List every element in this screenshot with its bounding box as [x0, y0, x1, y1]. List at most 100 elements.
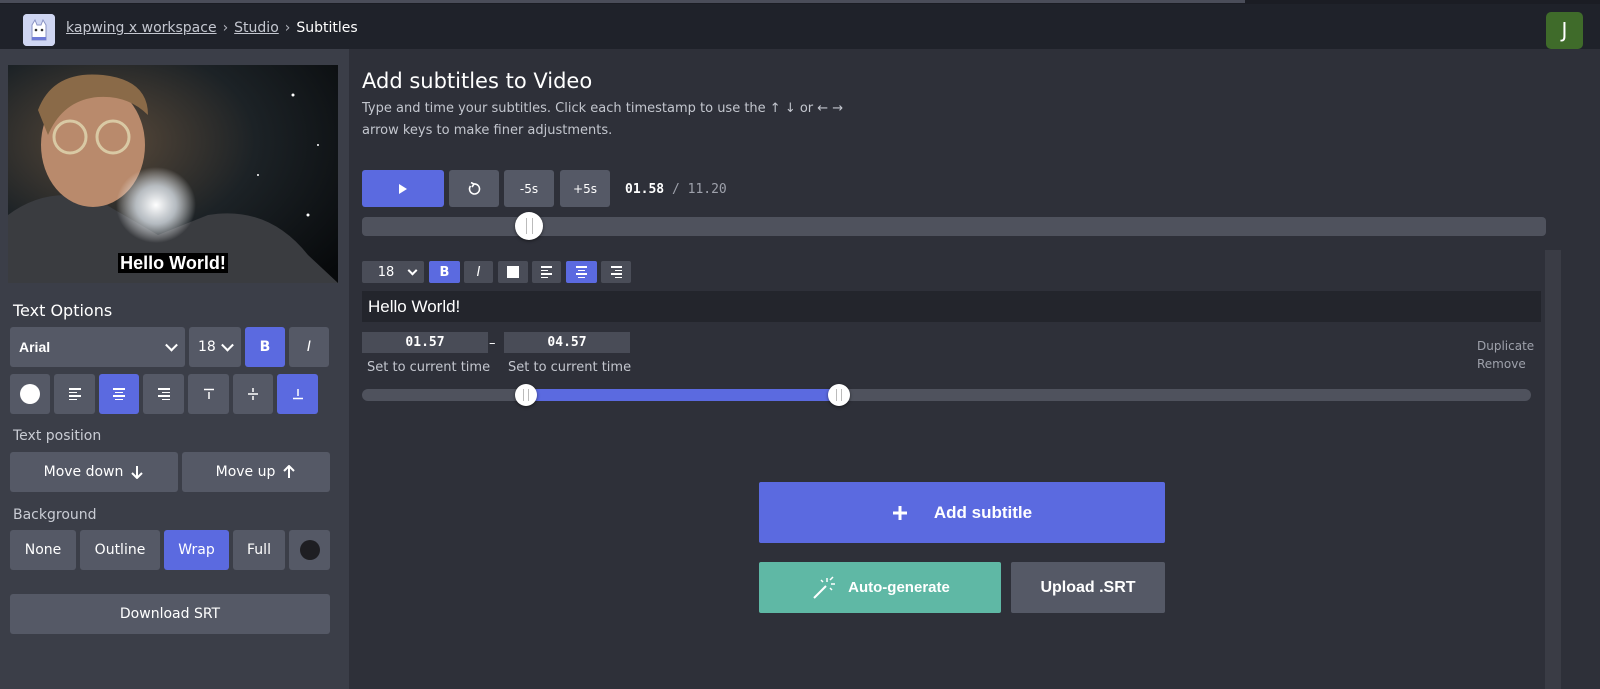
- align-top-icon: [203, 388, 214, 399]
- chevron-down-icon: [407, 265, 418, 276]
- subtitle-align-left-button[interactable]: [532, 261, 561, 283]
- align-center-button[interactable]: [99, 374, 139, 414]
- font-select[interactable]: Arial: [10, 327, 185, 367]
- bold-button[interactable]: B: [245, 327, 285, 367]
- auto-generate-label: Auto-generate: [848, 579, 950, 596]
- align-bottom-icon: [292, 389, 303, 400]
- subtitle-start-time[interactable]: 01.57: [362, 332, 488, 353]
- playhead-handle[interactable]: [514, 212, 543, 240]
- color-swatch-icon: [507, 266, 519, 278]
- align-left-button[interactable]: [54, 374, 95, 414]
- video-caption: Hello World!: [118, 253, 228, 273]
- play-icon: [399, 183, 407, 194]
- upload-srt-button[interactable]: Upload .SRT: [1011, 562, 1165, 613]
- text-position-label: Text position: [13, 428, 102, 444]
- arrow-up-icon: [283, 465, 296, 478]
- description-line-2: arrow keys to make finer adjustments.: [362, 123, 613, 138]
- page-title: Add subtitles to Video: [362, 69, 593, 93]
- align-right-button[interactable]: [143, 374, 184, 414]
- text-options-title: Text Options: [13, 301, 113, 320]
- breadcrumb-studio[interactable]: Studio: [234, 20, 279, 36]
- align-center-icon: [576, 266, 587, 278]
- duplicate-link[interactable]: Duplicate: [1477, 339, 1534, 353]
- background-full-button[interactable]: Full: [233, 530, 285, 570]
- range-end-handle[interactable]: [828, 384, 850, 406]
- align-right-icon: [157, 388, 170, 400]
- breadcrumb-workspace[interactable]: kapwing x workspace: [66, 20, 217, 36]
- subtitle-align-center-button[interactable]: [566, 261, 597, 283]
- breadcrumb-separator: ›: [284, 20, 291, 36]
- forward-5s-button[interactable]: +5s: [560, 170, 610, 207]
- move-down-label: Move down: [43, 464, 124, 480]
- scrollbar[interactable]: [1545, 250, 1561, 689]
- breadcrumb-separator: ›: [222, 20, 229, 36]
- user-avatar[interactable]: J: [1546, 12, 1583, 49]
- video-frame: [8, 65, 338, 283]
- download-srt-button[interactable]: Download SRT: [10, 594, 330, 634]
- background-color-button[interactable]: [289, 530, 330, 570]
- subtitle-font-size-value: 18: [377, 264, 395, 280]
- valign-top-button[interactable]: [188, 374, 229, 414]
- subtitle-color-button[interactable]: [498, 261, 528, 283]
- chevron-down-icon: [165, 338, 178, 352]
- current-time: 01.58: [625, 182, 665, 197]
- color-swatch-icon: [20, 384, 40, 404]
- font-size-select[interactable]: 18: [189, 327, 241, 367]
- add-subtitle-label: Add subtitle: [933, 502, 1033, 522]
- back-5s-button[interactable]: -5s: [504, 170, 554, 207]
- auto-generate-button[interactable]: Auto-generate: [759, 562, 1001, 613]
- background-none-button[interactable]: None: [10, 530, 76, 570]
- breadcrumb: kapwing x workspace › Studio › Subtitles: [66, 20, 358, 36]
- remove-link[interactable]: Remove: [1477, 357, 1526, 371]
- set-start-current-time-link[interactable]: Set to current time: [367, 360, 490, 375]
- subtitle-range-track[interactable]: [362, 389, 1531, 401]
- set-end-current-time-link[interactable]: Set to current time: [508, 360, 631, 375]
- total-time: 11.20: [687, 182, 727, 197]
- align-middle-icon: [248, 388, 258, 400]
- font-select-value: Arial: [19, 339, 51, 355]
- add-subtitle-button[interactable]: Add subtitle: [759, 482, 1165, 543]
- subtitle-text-input[interactable]: Hello World!: [362, 291, 1541, 322]
- main-panel: Add subtitles to Video Type and time you…: [349, 49, 1600, 689]
- background-outline-button[interactable]: Outline: [80, 530, 160, 570]
- chevron-down-icon: [221, 338, 234, 352]
- align-center-icon: [113, 388, 125, 400]
- left-panel: Hello World! Text Options Arial 18 B I T…: [0, 49, 349, 689]
- valign-bottom-button[interactable]: [277, 374, 318, 414]
- restart-icon: [468, 181, 481, 195]
- plus-icon: [892, 505, 907, 520]
- subtitle-range-fill: [527, 389, 839, 401]
- top-bar: kapwing x workspace › Studio › Subtitles J: [0, 4, 1600, 49]
- move-down-button[interactable]: Move down: [10, 452, 178, 492]
- magic-wand-icon: [813, 575, 836, 599]
- breadcrumb-current: Subtitles: [296, 20, 358, 36]
- subtitle-bold-button[interactable]: B: [429, 261, 460, 283]
- time-readout: 01.58 / 11.20: [625, 182, 727, 197]
- text-color-button[interactable]: [10, 374, 50, 414]
- subtitle-font-size-select[interactable]: 18: [362, 261, 424, 283]
- move-up-button[interactable]: Move up: [182, 452, 330, 492]
- kapwing-logo[interactable]: [23, 14, 55, 46]
- subtitle-italic-button[interactable]: I: [464, 261, 493, 283]
- subtitle-end-time[interactable]: 04.57: [504, 332, 630, 353]
- video-preview[interactable]: Hello World!: [8, 65, 338, 283]
- subtitle-align-right-button[interactable]: [601, 261, 631, 283]
- arrow-down-icon: [131, 466, 144, 479]
- align-left-icon: [541, 266, 552, 278]
- font-size-value: 18: [198, 339, 216, 355]
- color-swatch-icon: [299, 540, 320, 560]
- restart-button[interactable]: [449, 170, 499, 207]
- background-label: Background: [13, 507, 97, 523]
- description-line-1: Type and time your subtitles. Click each…: [362, 101, 844, 116]
- time-separator: /: [671, 182, 680, 197]
- background-wrap-button[interactable]: Wrap: [164, 530, 229, 570]
- play-button[interactable]: [362, 170, 444, 207]
- valign-middle-button[interactable]: [233, 374, 273, 414]
- page-description: Type and time your subtitles. Click each…: [362, 98, 882, 142]
- align-right-icon: [610, 266, 622, 278]
- range-start-handle[interactable]: [515, 384, 537, 406]
- time-range-dash: –: [489, 336, 496, 351]
- align-left-icon: [68, 388, 81, 400]
- move-up-label: Move up: [215, 464, 276, 480]
- italic-button[interactable]: I: [289, 327, 329, 367]
